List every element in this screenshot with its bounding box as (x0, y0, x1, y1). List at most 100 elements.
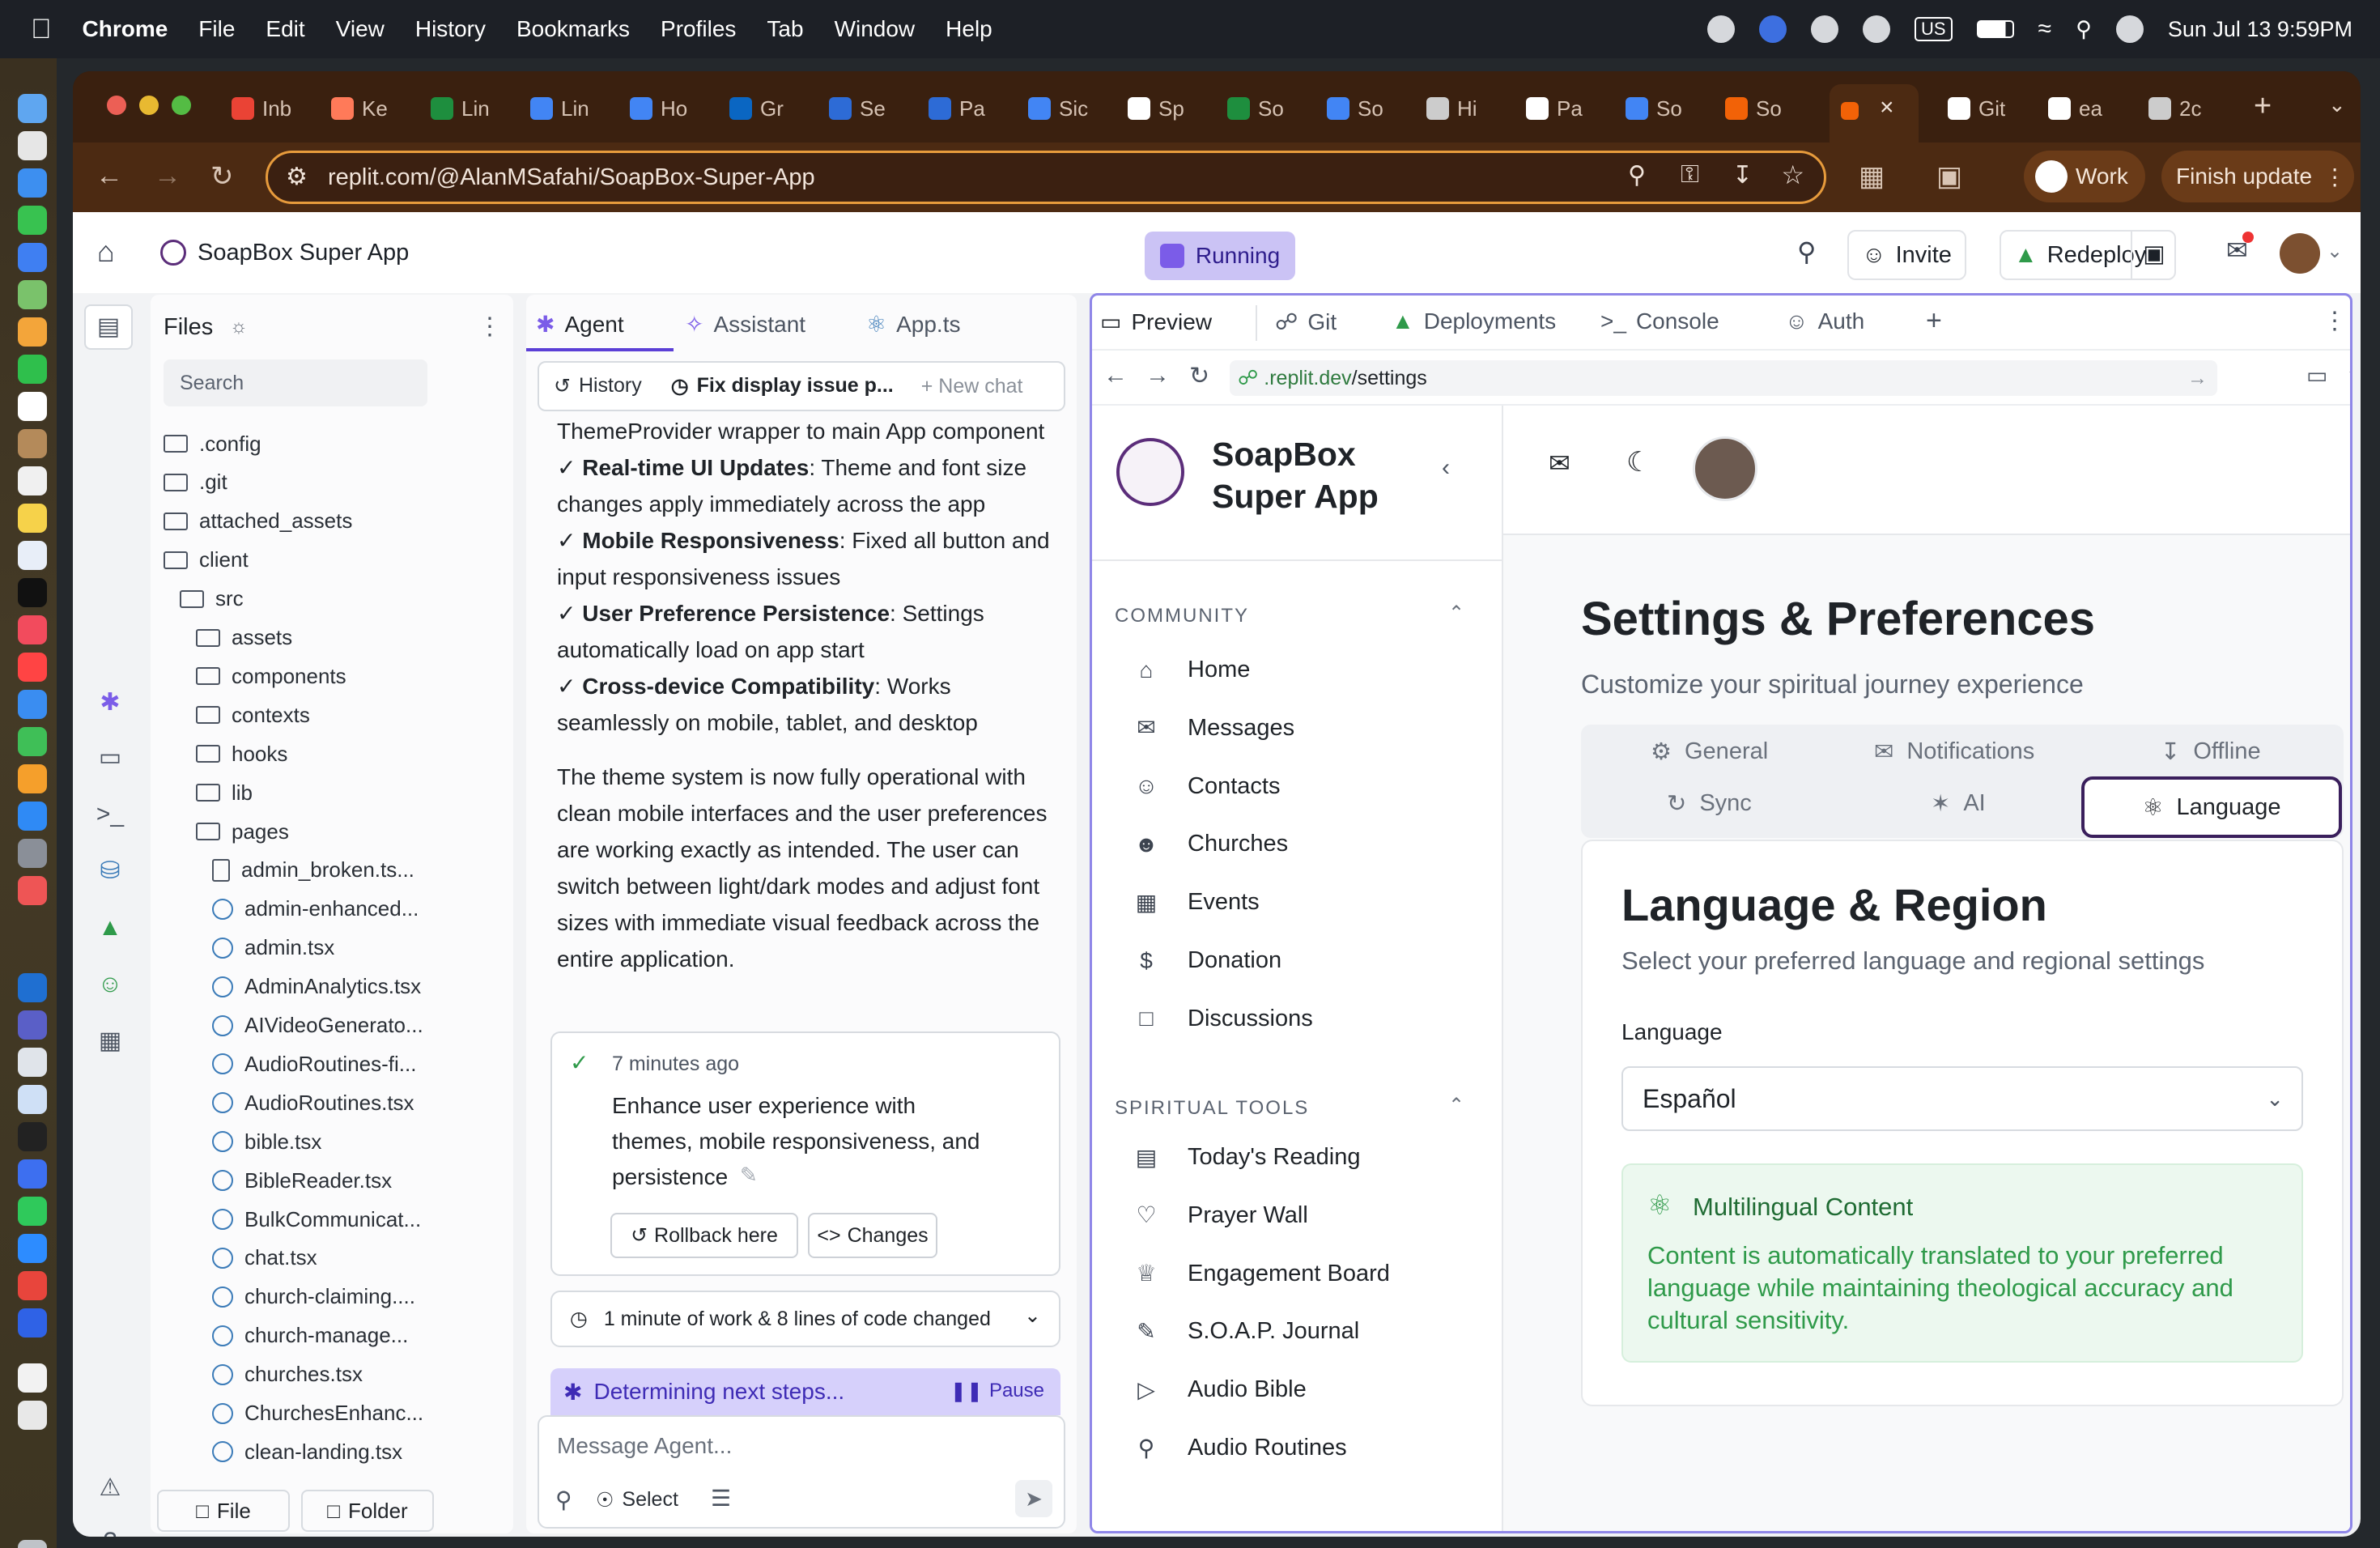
add-tab-icon[interactable]: + (1926, 305, 1942, 337)
edit-icon[interactable]: ✎ (740, 1163, 758, 1188)
moon-icon[interactable]: ☾ (1626, 446, 1651, 478)
input-source[interactable]: US (1915, 17, 1953, 41)
close-window-button[interactable] (107, 96, 126, 115)
appstore-icon[interactable] (18, 802, 47, 831)
browser-tab-active[interactable]: × (1830, 84, 1919, 142)
menu-bookmarks[interactable]: Bookmarks (516, 16, 630, 42)
bell-icon[interactable]: ✉ (1549, 448, 1570, 478)
browser-tab[interactable]: Sic (1028, 87, 1116, 130)
browser-tab[interactable]: Inb (232, 87, 319, 130)
devices-icon[interactable]: ▭ (2306, 362, 2327, 389)
deployments-icon[interactable]: ▲ (96, 913, 125, 942)
preview-url-input[interactable]: ☍ .replit.dev/settings → (1230, 360, 2217, 396)
file-item[interactable]: church-claiming.... (212, 1281, 415, 1313)
new-file-button[interactable]: □ File (157, 1490, 290, 1532)
browser-tab[interactable]: Se (829, 87, 916, 130)
history-button[interactable]: ↺ History (554, 374, 642, 398)
menu-view[interactable]: View (336, 16, 385, 42)
back-icon[interactable]: ← (1103, 362, 1128, 389)
menu-history[interactable]: History (415, 16, 486, 42)
tab-ai[interactable]: ✶ AI (1931, 789, 1986, 818)
whatsapp-icon[interactable] (18, 1197, 47, 1226)
menu-app-name[interactable]: Chrome (83, 16, 168, 42)
menu-profiles[interactable]: Profiles (661, 16, 736, 42)
folder-item[interactable]: attached_assets (164, 505, 352, 538)
control-center-icon[interactable] (2115, 15, 2144, 43)
mail-icon[interactable] (18, 243, 47, 272)
run-status-button[interactable]: Running (1145, 232, 1295, 280)
file-item[interactable]: BibleReader.tsx (212, 1164, 392, 1197)
chevron-up-icon[interactable]: ⌃ (1448, 1094, 1464, 1117)
database-icon[interactable]: ⛁ (96, 857, 125, 886)
music-icon[interactable] (18, 615, 47, 644)
dock-app-icon[interactable] (18, 429, 47, 458)
panel-menu-icon[interactable]: ⋮ (2323, 307, 2347, 335)
file-item[interactable]: admin.tsx (212, 932, 334, 964)
pages-icon[interactable] (18, 764, 47, 793)
agent-icon[interactable]: ✱ (96, 688, 125, 717)
browser-tab[interactable]: So (1327, 87, 1414, 130)
attach-icon[interactable]: ⚲ (555, 1486, 572, 1513)
menu-file[interactable]: File (198, 16, 235, 42)
battery-icon[interactable] (1976, 20, 2014, 38)
folder-item[interactable]: client (164, 544, 249, 576)
finder-icon[interactable] (18, 94, 47, 123)
nav-item-events[interactable]: ▦ Events (1134, 889, 1260, 916)
nav-item-churches[interactable]: ☻ Churches (1134, 831, 1288, 857)
reload-icon[interactable]: ↻ (210, 160, 234, 193)
project-name[interactable]: SoapBox Super App (198, 240, 409, 266)
forward-icon[interactable]: → (154, 160, 181, 192)
forward-icon[interactable]: → (1145, 362, 1170, 389)
folder-item[interactable]: components (196, 660, 346, 692)
teams-icon[interactable] (18, 1010, 47, 1040)
new-tab-button[interactable]: + (2254, 89, 2272, 124)
wifi-icon[interactable]: ≈ (2038, 15, 2051, 43)
send-button[interactable]: ➤ (1015, 1480, 1052, 1517)
notes-icon[interactable] (18, 504, 47, 533)
extensions-icon[interactable]: ▦ (1859, 160, 1885, 193)
folder-item[interactable]: .config (164, 427, 261, 460)
nav-item-s-o-a-p-journal[interactable]: ✎ S.O.A.P. Journal (1134, 1318, 1359, 1345)
nav-item-contacts[interactable]: ☺ Contacts (1134, 773, 1281, 800)
home-icon[interactable]: ⌂ (97, 235, 115, 269)
finish-update-button[interactable]: Finish update ⋮ (2161, 151, 2354, 202)
freeform-icon[interactable] (18, 541, 47, 570)
key-icon[interactable]: ⚿ (1681, 161, 1699, 189)
chevron-down-icon[interactable]: ⌄ (2327, 240, 2343, 263)
outlook-icon[interactable] (18, 973, 47, 1002)
folder-item[interactable]: hooks (196, 738, 287, 770)
tab-search-icon[interactable]: ⌄ (2328, 92, 2346, 117)
menu-tab[interactable]: Tab (767, 16, 803, 42)
settings-sliders-icon[interactable]: ☰ (711, 1485, 731, 1512)
messages-icon[interactable] (18, 206, 47, 235)
browser-tab[interactable]: Lin (431, 87, 518, 130)
browser-tab[interactable]: Ke (331, 87, 419, 130)
redeploy-button[interactable]: ▲ Redeploy ▣ (2000, 230, 2176, 280)
document-icon[interactable] (18, 1401, 47, 1430)
message-input[interactable]: Message Agent... ⚲ ☉ Select ☰ ➤ (538, 1415, 1065, 1529)
file-item[interactable]: churches.tsx (212, 1359, 363, 1391)
browser-tab[interactable]: Pa (1526, 87, 1613, 130)
close-tab-icon[interactable]: × (1880, 94, 1894, 121)
menu-help[interactable]: Help (946, 16, 992, 42)
browser-tab[interactable]: Git (1948, 87, 2035, 130)
nav-item-prayer-wall[interactable]: ♡ Prayer Wall (1134, 1202, 1307, 1229)
maps-icon[interactable] (18, 280, 47, 309)
install-icon[interactable]: ↧ (1732, 161, 1753, 189)
pause-button[interactable]: ❚❚ Pause (950, 1380, 1044, 1403)
file-item[interactable]: admin_broken.ts... (212, 854, 414, 887)
location-icon[interactable]: ⚲ (1628, 161, 1646, 189)
go-icon[interactable]: → (2187, 360, 2208, 396)
work-summary[interactable]: ◷ 1 minute of work & 8 lines of code cha… (550, 1291, 1060, 1347)
tab-agent[interactable]: ✱ Agent (536, 311, 624, 338)
section-spiritual-tools[interactable]: SPIRITUAL TOOLS (1115, 1097, 1309, 1120)
rollback-button[interactable]: ↺ Rollback here (610, 1213, 798, 1258)
help-icon[interactable]: ? (96, 1527, 125, 1537)
tab-assistant[interactable]: ✧ Assistant (685, 311, 805, 338)
file-item[interactable]: AIVideoGenerato... (212, 1010, 423, 1042)
nav-item-messages[interactable]: ✉ Messages (1134, 715, 1294, 742)
status-icon[interactable] (1707, 15, 1736, 43)
dock-app-icon[interactable] (18, 1308, 47, 1337)
files-search-input[interactable]: Search (164, 359, 427, 406)
browser-tab[interactable]: Hi (1426, 87, 1514, 130)
